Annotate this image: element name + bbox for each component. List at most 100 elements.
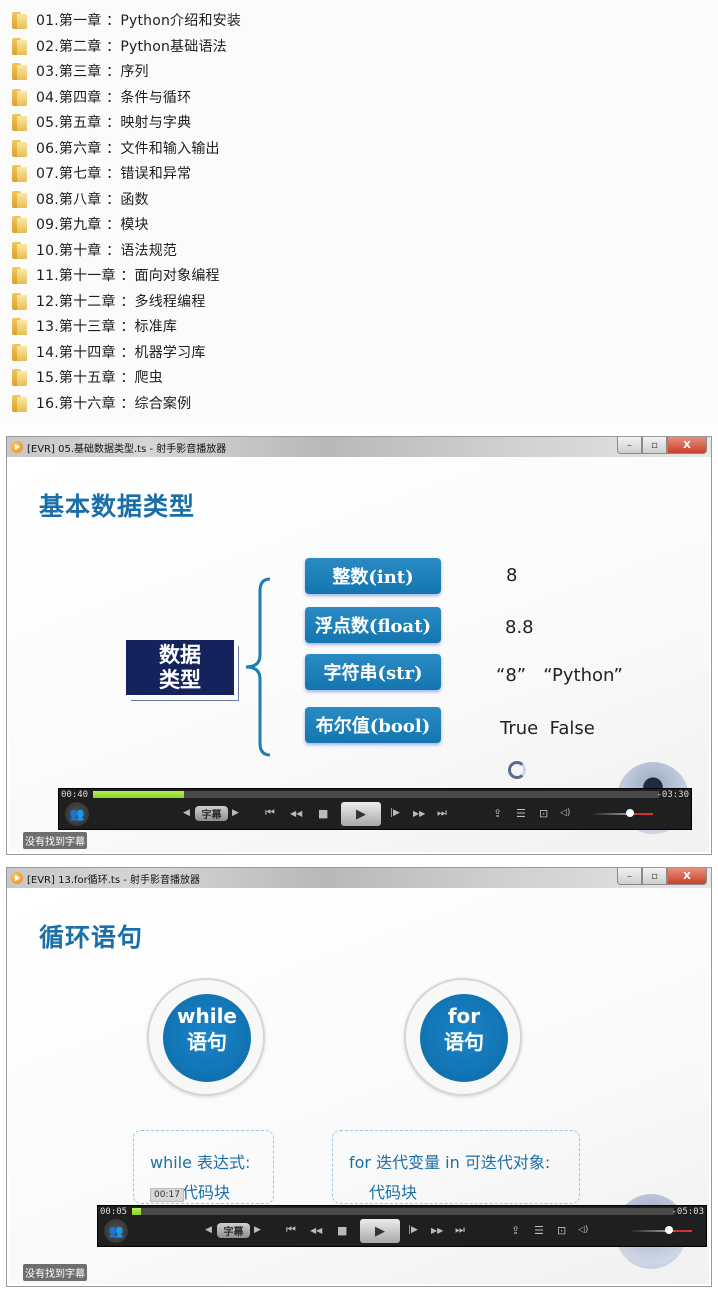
play-icon[interactable]: ▶ [360, 1219, 400, 1243]
playlist-icon[interactable]: ☰ [516, 801, 526, 825]
skip-forward-icon[interactable]: ⏭ [437, 801, 447, 825]
prev-subtitle-icon[interactable]: ◀ [205, 1218, 212, 1242]
rewind-icon[interactable]: ◀◀ [310, 1218, 322, 1242]
settings-icon[interactable]: ⊡ [539, 801, 548, 825]
video-area[interactable]: 基本数据类型 数据 类型 整数(int) 浮点数(float) 字符串(str)… [9, 457, 709, 852]
volume-icon[interactable]: ◁) [578, 1218, 588, 1242]
skip-back-icon[interactable]: ⏮ [286, 1218, 296, 1242]
window-title: [EVR] 05.基础数据类型.ts - 射手影音播放器 [27, 443, 227, 455]
subtitle-button[interactable]: 字幕 [217, 1223, 250, 1238]
playlist-icon[interactable]: ☰ [534, 1218, 544, 1242]
rewind-icon[interactable]: ◀◀ [290, 801, 302, 825]
close-button[interactable]: X [667, 437, 707, 454]
people-icon[interactable]: 👥 [65, 802, 89, 826]
seek-progress [132, 1208, 141, 1215]
skip-back-icon[interactable]: ⏮ [265, 801, 275, 825]
settings-icon[interactable]: ⊡ [557, 1218, 566, 1242]
folder-name: 03.第三章 ：序列 [36, 64, 149, 80]
maximize-button[interactable]: ▫ [642, 437, 667, 454]
folder-name: 11.第十一章 ：面向对象编程 [36, 268, 220, 284]
fast-forward-icon[interactable]: ▶▶ [413, 801, 425, 825]
remaining-time: -03:30 [656, 790, 689, 800]
type-int-box: 整数(int) [305, 558, 441, 594]
subtitle-button[interactable]: 字幕 [195, 806, 228, 821]
data-types-label-line1: 数据 [159, 643, 201, 667]
for-statement-circle: for 语句 [404, 978, 522, 1096]
folder-item[interactable]: 13.第十三章 ：标准库 [12, 314, 177, 338]
playback-controls: 00:40 -03:30 👥 ◀ 字幕 ▶ ⏮ ◀◀ ■ ▶ |▶ ▶▶ ⏭ ⇪… [58, 788, 692, 830]
type-bool-box: 布尔值(bool) [305, 707, 441, 743]
seek-progress [93, 791, 184, 798]
volume-knob[interactable] [626, 809, 635, 817]
next-subtitle-icon[interactable]: ▶ [254, 1218, 261, 1242]
open-file-icon[interactable]: ⇪ [511, 1218, 520, 1242]
title-bar[interactable]: [EVR] 05.基础数据类型.ts - 射手影音播放器 – ▫ X [7, 437, 711, 457]
seek-bar[interactable] [132, 1208, 674, 1215]
loading-spinner-icon [508, 761, 526, 779]
skip-forward-icon[interactable]: ⏭ [455, 1218, 465, 1242]
folder-item[interactable]: 15.第十五章 ：爬虫 [12, 365, 163, 389]
folder-item[interactable]: 12.第十二章 ：多线程编程 [12, 289, 206, 313]
volume-icon[interactable]: ◁) [560, 801, 570, 825]
folder-name: 10.第十章 ：语法规范 [36, 242, 178, 259]
playback-controls: 00:05 -05:03 👥 ◀ 字幕 ▶ ⏮ ◀◀ ■ ▶ |▶ ▶▶ ⏭ ⇪… [97, 1205, 707, 1247]
folder-item[interactable]: 10.第十章 ：语法规范 [12, 238, 177, 262]
folder-icon [12, 241, 28, 259]
while-keyword: while [177, 1004, 237, 1028]
play-icon[interactable]: ▶ [341, 802, 381, 826]
folder-name: 01.第一章 ：Python介绍和安装 [36, 13, 242, 29]
stop-icon[interactable]: ■ [337, 1218, 347, 1242]
folder-item[interactable]: 08.第八章 ：函数 [12, 187, 149, 211]
open-file-icon[interactable]: ⇪ [493, 801, 502, 825]
window-controls: – ▫ X [617, 868, 707, 885]
prev-subtitle-icon[interactable]: ◀ [183, 801, 190, 825]
minimize-button[interactable]: – [617, 868, 642, 885]
folder-icon [12, 215, 28, 233]
window-title: [EVR] 13.for循环.ts - 射手影音播放器 [27, 874, 201, 886]
step-forward-icon[interactable]: |▶ [408, 1218, 418, 1242]
folder-item[interactable]: 07.第七章 ：错误和异常 [12, 161, 191, 185]
remaining-time: -05:03 [671, 1207, 704, 1217]
folder-item[interactable]: 16.第十六章 ：综合案例 [12, 391, 191, 415]
current-time: 00:40 [61, 790, 89, 800]
step-forward-icon[interactable]: |▶ [390, 801, 400, 825]
folder-item[interactable]: 01.第一章 ：Python介绍和安装 [12, 8, 241, 32]
folder-name: 05.第五章 ：映射与字典 [36, 115, 192, 131]
window-controls: – ▫ X [617, 437, 707, 454]
volume-slider[interactable] [593, 813, 653, 815]
no-subtitle-status: 没有找到字幕 [23, 832, 87, 849]
folder-item[interactable]: 05.第五章 ：映射与字典 [12, 110, 191, 134]
curly-brace-icon [245, 577, 271, 757]
folder-icon [12, 113, 28, 131]
folder-icon [12, 62, 28, 80]
video-area[interactable]: 循环语句 while 语句 for 语句 while 表达式: 代码块 00:1… [9, 888, 709, 1284]
folder-item[interactable]: 11.第十一章 ：面向对象编程 [12, 263, 220, 287]
title-bar[interactable]: [EVR] 13.for循环.ts - 射手影音播放器 – ▫ X [7, 868, 711, 888]
hover-time-tooltip: 00:17 [150, 1188, 184, 1202]
type-str-box: 字符串(str) [305, 654, 441, 690]
while-syntax-line: while 表达式: [150, 1153, 251, 1172]
folder-item[interactable]: 14.第十四章 ：机器学习库 [12, 340, 206, 364]
folder-item[interactable]: 04.第四章 ：条件与循环 [12, 85, 191, 109]
folder-item[interactable]: 03.第三章 ：序列 [12, 59, 149, 83]
seek-bar[interactable] [93, 791, 659, 798]
people-icon[interactable]: 👥 [104, 1219, 128, 1243]
folder-item[interactable]: 02.第二章 ：Python基础语法 [12, 34, 227, 58]
folder-item[interactable]: 09.第九章 ：模块 [12, 212, 149, 236]
while-statement-circle: while 语句 [147, 978, 265, 1096]
stop-icon[interactable]: ■ [318, 801, 328, 825]
volume-knob[interactable] [665, 1226, 674, 1234]
fast-forward-icon[interactable]: ▶▶ [431, 1218, 443, 1242]
folder-item[interactable]: 06.第六章 ：文件和输入输出 [12, 136, 220, 160]
next-subtitle-icon[interactable]: ▶ [232, 801, 239, 825]
folder-icon [12, 190, 28, 208]
close-button[interactable]: X [667, 868, 707, 885]
folder-icon [12, 368, 28, 386]
folder-name: 04.第四章 ：条件与循环 [36, 89, 192, 106]
maximize-button[interactable]: ▫ [642, 868, 667, 885]
type-float-box: 浮点数(float) [305, 607, 441, 643]
player-app-icon [11, 441, 23, 453]
volume-slider[interactable] [632, 1230, 692, 1232]
folder-name: 08.第八章 ：函数 [36, 191, 149, 208]
minimize-button[interactable]: – [617, 437, 642, 454]
